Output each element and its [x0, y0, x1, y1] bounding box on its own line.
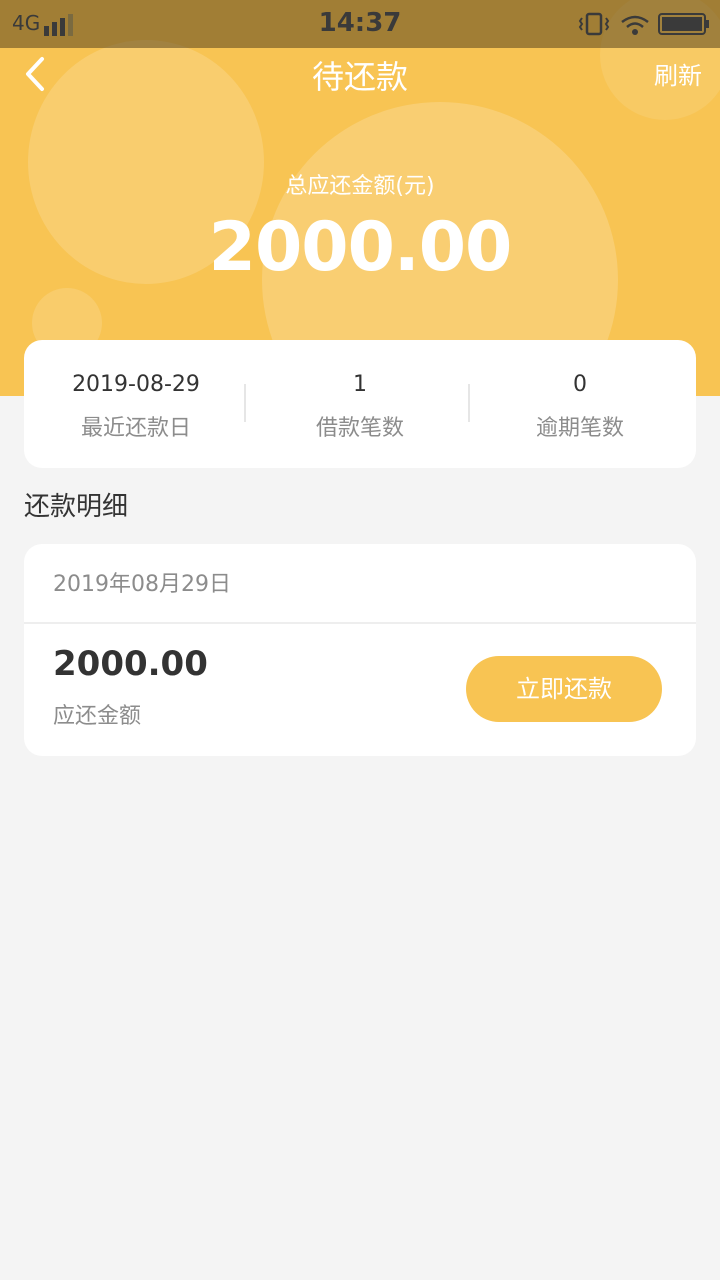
- total-amount-label: 总应还金额(元): [285, 174, 435, 199]
- repayment-amount: 2000.00: [53, 644, 208, 684]
- status-time: 14:37: [318, 8, 402, 38]
- refresh-button[interactable]: 刷新: [654, 56, 702, 91]
- repayment-date: 2019年08月29日: [53, 572, 231, 597]
- repayment-detail-card: 2019年08月29日 2000.00 应还金额 立即还款: [24, 544, 696, 756]
- summary-item-overdue-count: 0 逾期笔数: [468, 340, 692, 468]
- section-title: 还款明细: [24, 492, 129, 522]
- summary-value: 2019-08-29: [72, 372, 200, 397]
- summary-card: 2019-08-29 最近还款日 1 借款笔数 0 逾期笔数: [24, 340, 696, 468]
- status-bar: 4G 14:37: [0, 0, 720, 48]
- divider: [24, 622, 696, 624]
- divider: [244, 384, 246, 422]
- summary-value: 0: [573, 372, 587, 397]
- summary-label: 借款笔数: [315, 416, 404, 441]
- summary-label: 逾期笔数: [535, 416, 624, 441]
- page-title: 待还款: [311, 58, 408, 96]
- summary-value: 1: [353, 372, 367, 397]
- total-amount-value: 2000.00: [208, 208, 513, 287]
- vibrate-icon: [578, 12, 610, 36]
- app-screen: 4G 14:37 待还款 刷新 总应还金额(元) 2000.00 2019-08…: [0, 0, 720, 1280]
- repay-now-button[interactable]: 立即还款: [466, 656, 662, 722]
- battery-icon: [658, 13, 709, 35]
- summary-item-due-date: 2019-08-29 最近还款日: [24, 340, 248, 468]
- repayment-amount-label: 应还金额: [53, 704, 142, 729]
- summary-item-loan-count: 1 借款笔数: [248, 340, 472, 468]
- wifi-icon: [621, 15, 649, 35]
- summary-label: 最近还款日: [80, 416, 191, 441]
